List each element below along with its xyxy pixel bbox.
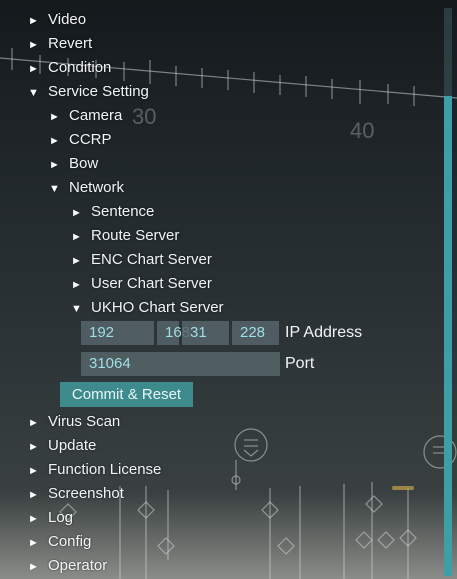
tree-item-label: User Chart Server — [91, 275, 212, 292]
expand-arrow-icon: ► — [28, 513, 39, 525]
expand-arrow-icon: ► — [28, 15, 39, 27]
tree-item-revert[interactable]: ► Revert — [28, 32, 92, 56]
tree-item-label: UKHO Chart Server — [91, 299, 224, 316]
expand-arrow-icon: ► — [28, 417, 39, 429]
expand-arrow-icon: ► — [71, 207, 82, 219]
expand-arrow-icon: ► — [49, 135, 60, 147]
expand-arrow-icon: ► — [28, 39, 39, 51]
collapse-arrow-icon: ▼ — [28, 87, 39, 99]
tree-item-condition[interactable]: ► Condition — [28, 56, 111, 80]
expand-arrow-icon: ► — [28, 561, 39, 573]
port-input[interactable]: 31064 — [81, 352, 280, 376]
tree-item-route-server[interactable]: ► Route Server — [71, 224, 179, 248]
tree-item-user-chart-server[interactable]: ► User Chart Server — [71, 272, 212, 296]
tree-item-sentence[interactable]: ► Sentence — [71, 200, 154, 224]
tree-item-label: Revert — [48, 35, 93, 52]
ip-address-label: IP Address — [285, 324, 363, 341]
expand-arrow-icon: ► — [71, 255, 82, 267]
tree-item-config[interactable]: ► Config — [28, 530, 91, 554]
tree-item-label: CCRP — [69, 131, 112, 148]
commit-reset-button[interactable]: Commit & Reset — [60, 382, 193, 407]
expand-arrow-icon: ► — [71, 231, 82, 243]
expand-arrow-icon: ► — [28, 441, 39, 453]
tree-item-label: Operator — [48, 557, 108, 574]
tree-item-enc-chart-server[interactable]: ► ENC Chart Server — [71, 248, 212, 272]
port-label: Port — [285, 355, 315, 372]
tree-item-label: Config — [48, 533, 92, 550]
tree-item-label: ENC Chart Server — [91, 251, 212, 268]
expand-arrow-icon: ► — [28, 537, 39, 549]
tree-item-label: Log — [48, 509, 74, 526]
tree-item-label: Function License — [48, 461, 162, 478]
ip-octet-4-input[interactable]: 228 — [232, 321, 279, 345]
tree-item-function-license[interactable]: ► Function License — [28, 458, 161, 482]
tree-item-label: Update — [48, 437, 97, 454]
tree-item-label: Route Server — [91, 227, 180, 244]
tree-item-log[interactable]: ► Log — [28, 506, 73, 530]
ip-octet-3-input[interactable]: 31 — [182, 321, 229, 345]
collapse-arrow-icon: ▼ — [49, 183, 60, 195]
ip-octet-2-input[interactable]: 168 — [157, 321, 190, 345]
settings-tree: ► Video ► Revert ► Condition ▼ Service Setti… — [0, 0, 457, 579]
tree-item-update[interactable]: ► Update — [28, 434, 96, 458]
tree-item-network[interactable]: ▼ Network — [49, 176, 124, 200]
expand-arrow-icon: ► — [28, 465, 39, 477]
tree-item-camera[interactable]: ► Camera — [49, 104, 122, 128]
ip-octet-1-input[interactable]: 192 — [81, 321, 154, 345]
collapse-arrow-icon: ▼ — [71, 303, 82, 315]
tree-item-label: Screenshot — [48, 485, 124, 502]
tree-item-ukho-chart-server[interactable]: ▼ UKHO Chart Server — [71, 296, 224, 320]
expand-arrow-icon: ► — [49, 159, 60, 171]
tree-item-label: Camera — [69, 107, 123, 124]
tree-item-ccrp[interactable]: ► CCRP — [49, 128, 112, 152]
expand-arrow-icon: ► — [49, 111, 60, 123]
tree-item-service-setting[interactable]: ▼ Service Setting — [28, 80, 149, 104]
tree-item-label: Sentence — [91, 203, 155, 220]
tree-item-label: Bow — [69, 155, 99, 172]
tree-item-video[interactable]: ► Video — [28, 8, 86, 32]
tree-item-label: Video — [48, 11, 87, 28]
expand-arrow-icon: ► — [28, 63, 39, 75]
tree-item-operator[interactable]: ► Operator — [28, 554, 107, 578]
tree-item-screenshot[interactable]: ► Screenshot — [28, 482, 124, 506]
expand-arrow-icon: ► — [71, 279, 82, 291]
expand-arrow-icon: ► — [28, 489, 39, 501]
tree-item-bow[interactable]: ► Bow — [49, 152, 98, 176]
tree-item-label: Service Setting — [48, 83, 149, 100]
tree-item-label: Network — [69, 179, 125, 196]
tree-item-virus-scan[interactable]: ► Virus Scan — [28, 410, 120, 434]
tree-item-label: Virus Scan — [48, 413, 121, 430]
tree-item-label: Condition — [48, 59, 112, 76]
